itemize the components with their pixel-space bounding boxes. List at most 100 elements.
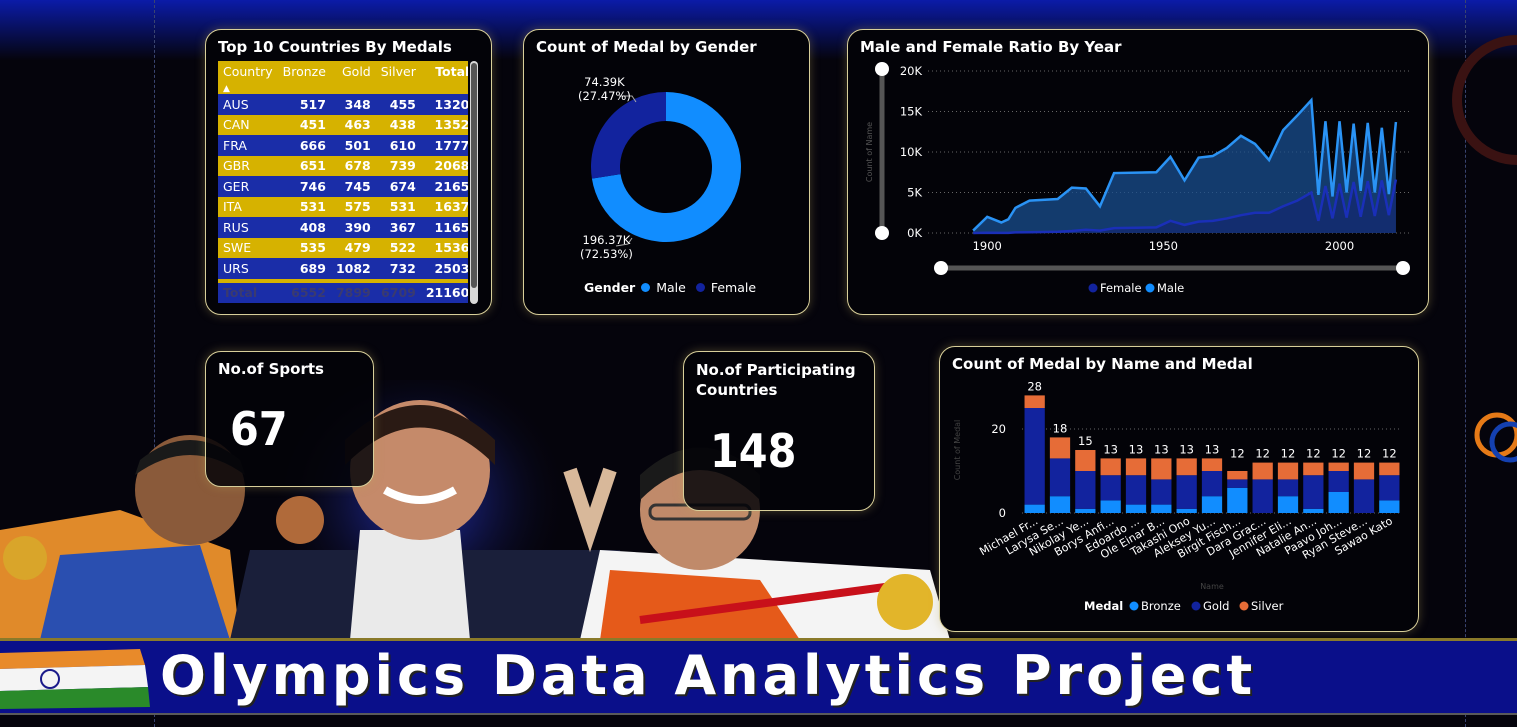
gender-male-pct: (72.53%) bbox=[580, 247, 633, 261]
banner-title: Olympics Data Analytics Project bbox=[160, 644, 1257, 707]
legend-silver: Silver bbox=[1251, 599, 1284, 613]
legend-dot-male-icon bbox=[641, 283, 651, 292]
athlete-stacked-bar-chart[interactable]: 020Count of MedalName28Michael Fr...18La… bbox=[940, 347, 1418, 631]
table-cell-gold: 390 bbox=[344, 219, 371, 235]
table-row[interactable]: CAN 451 463 438 1352 bbox=[218, 114, 468, 135]
india-flag-icon bbox=[0, 649, 150, 709]
total-cell-gold: 7899 bbox=[335, 285, 371, 301]
kpi-countries-title: No.of Participating Countries bbox=[696, 360, 856, 400]
medals-table-wrap: Country ▲ Bronze Gold Silver Total AUS 517… bbox=[218, 61, 468, 304]
bar-segment-bronze bbox=[1151, 504, 1172, 513]
table-row[interactable]: SWE 535 479 522 1536 bbox=[218, 237, 468, 258]
bar-total-label: 13 bbox=[1179, 442, 1194, 456]
bar-segment-silver bbox=[1328, 462, 1349, 471]
gender-donut-card: Count of Medal by Gender 74.39K (27.47%)… bbox=[523, 29, 810, 315]
table-scrollbar[interactable] bbox=[470, 61, 478, 304]
table-cell-total: 2068 bbox=[434, 158, 468, 174]
x-tick-label: 2000 bbox=[1325, 239, 1354, 253]
bar-segment-bronze bbox=[1379, 500, 1400, 513]
y-range-slider-handle-bottom bbox=[875, 226, 889, 240]
y-axis-label: Count of Name bbox=[865, 122, 874, 182]
table-row[interactable]: FRA 666 501 610 1777 bbox=[218, 135, 468, 156]
total-cell-country: Total bbox=[223, 285, 258, 301]
table-row[interactable]: GBR 651 678 739 2068 bbox=[218, 155, 468, 176]
ratio-area-chart[interactable]: 0K 5K 10K 15K 20K 1900 1950 2000 Count of Name Fe… bbox=[848, 30, 1428, 314]
y-tick-label: 5K bbox=[907, 186, 922, 200]
legend-female[interactable]: Female bbox=[711, 280, 756, 295]
header-total[interactable]: Total bbox=[421, 61, 468, 94]
table-cell-silver: 739 bbox=[389, 158, 416, 174]
legend-title: Medal bbox=[1084, 599, 1123, 613]
table-cell-bronze: 408 bbox=[299, 219, 326, 235]
x-tick-label: 1950 bbox=[1149, 239, 1178, 253]
header-bronze[interactable]: Bronze bbox=[278, 61, 331, 94]
x-range-slider-handle-left bbox=[934, 261, 948, 275]
table-row[interactable]: GER 746 745 674 2165 bbox=[218, 176, 468, 197]
table-row[interactable]: RUS 408 390 367 1165 bbox=[218, 217, 468, 238]
gender-male-value: 196.37K bbox=[582, 233, 631, 247]
total-cell-total: 21160 bbox=[425, 285, 468, 301]
legend-dot-male-icon bbox=[1145, 283, 1155, 293]
table-cell-silver: 674 bbox=[389, 178, 416, 194]
bar-segment-gold bbox=[1227, 479, 1248, 488]
table-cell-bronze: 666 bbox=[299, 137, 326, 153]
table-row[interactable]: AUS 517 348 455 1320 bbox=[218, 94, 468, 115]
table-total-bar bbox=[218, 312, 468, 313]
table-cell-gold: 479 bbox=[344, 240, 371, 256]
table-cell-silver: 531 bbox=[389, 199, 416, 215]
table-scrollbar-thumb[interactable] bbox=[471, 63, 477, 288]
kpi-countries-card: No.of Participating Countries 148 bbox=[683, 351, 875, 511]
legend-female: Female bbox=[1100, 281, 1142, 295]
bar-segment-gold bbox=[1176, 475, 1197, 509]
gender-female-value: 74.39K bbox=[584, 75, 625, 89]
table-header-row: Country ▲ Bronze Gold Silver Total bbox=[218, 61, 468, 94]
x-tick-label: 1900 bbox=[973, 239, 1002, 253]
kpi-sports-card: No.of Sports 67 bbox=[205, 351, 374, 487]
table-cell-silver: 367 bbox=[389, 219, 416, 235]
header-silver[interactable]: Silver bbox=[376, 61, 421, 94]
kpi-countries-title-line1: No.of Participating bbox=[696, 361, 856, 379]
table-cell-gold: 678 bbox=[344, 158, 371, 174]
bar-total-label: 28 bbox=[1027, 379, 1042, 393]
kpi-countries-title-line2: Countries bbox=[696, 381, 778, 399]
table-cell-silver: 610 bbox=[389, 137, 416, 153]
bar-segment-gold bbox=[1151, 479, 1172, 505]
bar-segment-bronze bbox=[1201, 496, 1223, 513]
header-country[interactable]: Country ▲ bbox=[218, 61, 278, 94]
table-cell-silver: 522 bbox=[389, 240, 416, 256]
bar-segment-bronze bbox=[1328, 492, 1349, 513]
header-gold[interactable]: Gold bbox=[331, 61, 376, 94]
gender-legend-title: Gender bbox=[584, 280, 636, 295]
donut-slice-female bbox=[591, 92, 666, 179]
bar-segment-bronze bbox=[1100, 500, 1121, 513]
x-axis-label: Name bbox=[1200, 582, 1224, 591]
legend-male[interactable]: Male bbox=[656, 280, 686, 295]
bar-segment-silver bbox=[1151, 458, 1172, 480]
table-cell-total: 1777 bbox=[434, 137, 468, 153]
legend-dot-gold-icon bbox=[1191, 601, 1201, 611]
table-cell-silver: 732 bbox=[389, 260, 416, 276]
bar-total-label: 12 bbox=[1281, 447, 1296, 461]
table-row[interactable]: ITA 531 575 531 1637 bbox=[218, 196, 468, 217]
bar-total-label: 12 bbox=[1306, 447, 1321, 461]
table-total-row: Total 6552 7899 6709 21160 bbox=[218, 282, 468, 303]
gender-donut-chart[interactable] bbox=[524, 30, 809, 314]
ratio-chart-card: Male and Female Ratio By Year 0K 5K 10K 15K… bbox=[847, 29, 1429, 315]
table-cell-total: 1637 bbox=[434, 199, 468, 215]
bar-segment-silver bbox=[1100, 458, 1121, 476]
table-cell-silver: 455 bbox=[389, 96, 416, 112]
table-cell-country: GER bbox=[223, 178, 250, 194]
y-tick-label: 20K bbox=[900, 64, 923, 78]
bar-segment-silver bbox=[1201, 458, 1223, 471]
bar-segment-bronze bbox=[1049, 496, 1071, 513]
table-cell-total: 1352 bbox=[434, 117, 468, 133]
athlete-chart-card: Count of Medal by Name and Medal 0 20 Coun… bbox=[939, 346, 1419, 632]
table-cell-bronze: 651 bbox=[299, 158, 326, 174]
table-cell-total: 1536 bbox=[434, 240, 468, 256]
table-cell-bronze: 689 bbox=[299, 260, 326, 276]
bar-segment-bronze bbox=[1075, 508, 1096, 513]
table-row[interactable]: URS 689 1082 732 2503 bbox=[218, 258, 468, 279]
bar-total-label: 13 bbox=[1205, 442, 1220, 456]
bar-segment-gold bbox=[1075, 471, 1096, 509]
y-tick-label: 20 bbox=[991, 422, 1006, 436]
